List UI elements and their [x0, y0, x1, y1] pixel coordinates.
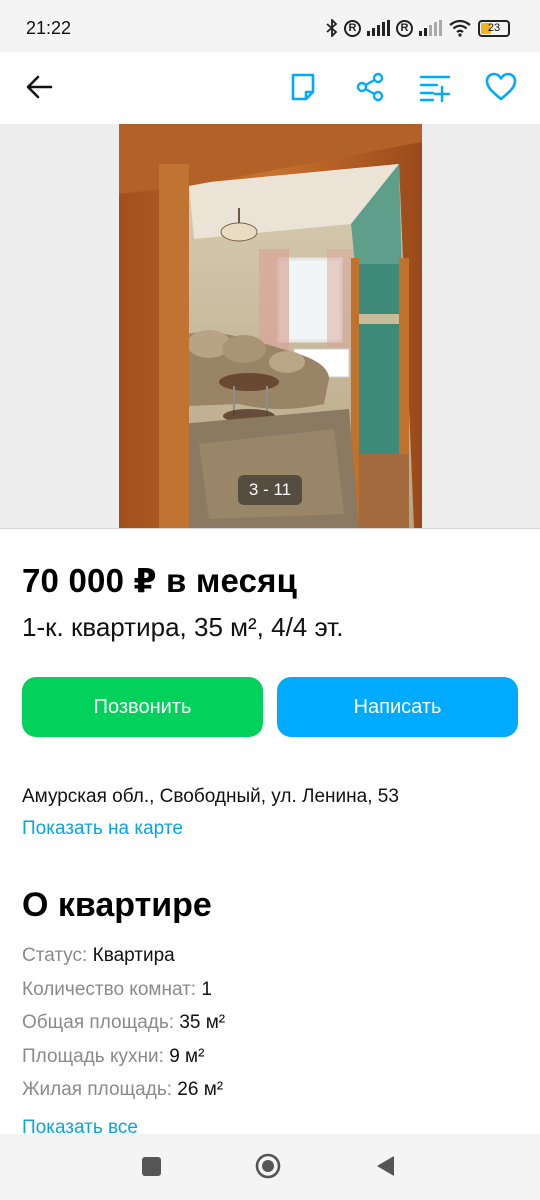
system-nav-bar: [0, 1134, 540, 1200]
price: 70 000 ₽ в месяц: [22, 562, 298, 599]
param-key: Общая площадь:: [22, 1012, 175, 1033]
recent-apps-icon[interactable]: [142, 1157, 161, 1176]
param-key: Статус:: [22, 945, 88, 966]
section-title-about: О квартире: [22, 886, 212, 924]
heart-icon[interactable]: [484, 70, 518, 104]
signal-icon: [367, 20, 390, 36]
apartment-photo[interactable]: [119, 124, 422, 528]
registered-icon: R: [396, 19, 413, 37]
param-value: 9 м²: [169, 1045, 205, 1067]
note-icon[interactable]: [286, 70, 320, 104]
home-icon[interactable]: [255, 1153, 281, 1179]
bluetooth-icon: [326, 19, 338, 37]
param-row: Общая площадь: 35 м²: [22, 1011, 225, 1045]
share-icon[interactable]: [353, 70, 387, 104]
param-key: Количество комнат:: [22, 978, 197, 1000]
listing-subtitle: 1-к. квартира, 35 м², 4/4 эт.: [22, 612, 344, 642]
param-value: Квартира: [92, 945, 175, 966]
app-toolbar: [0, 52, 540, 124]
param-row: Площадь кухни: 9 м²: [22, 1045, 225, 1079]
params-list: Статус: Квартира Количество комнат: 1 Об…: [22, 944, 225, 1112]
param-row: Количество комнат: 1: [22, 978, 225, 1012]
message-button[interactable]: Написать: [277, 677, 518, 737]
param-value: 35 м²: [179, 1012, 226, 1033]
status-time: 21:22: [26, 18, 72, 38]
param-row: Жилая площадь: 26 м²: [22, 1078, 225, 1112]
param-value: 26 м²: [177, 1079, 224, 1100]
param-key: Площадь кухни:: [22, 1045, 164, 1067]
show-on-map-link[interactable]: Показать на карте: [22, 818, 183, 840]
photo-counter: 3 - 11: [238, 475, 302, 505]
status-bar: 21:22 R R 23: [0, 0, 540, 52]
compare-icon[interactable]: [418, 70, 452, 104]
photo-gallery[interactable]: 3 - 11: [0, 124, 540, 529]
param-row: Статус: Квартира: [22, 944, 225, 978]
registered-icon: R: [344, 19, 361, 37]
battery-icon: 23: [478, 19, 510, 37]
call-button[interactable]: Позвонить: [22, 677, 263, 737]
status-icons: R R 23: [326, 16, 510, 40]
back-arrow-icon[interactable]: [24, 72, 54, 102]
param-key: Жилая площадь:: [22, 1079, 172, 1100]
param-value: 1: [201, 978, 212, 1000]
nav-back-icon[interactable]: [374, 1154, 396, 1178]
wifi-icon: [449, 19, 471, 37]
signal-icon: [419, 20, 442, 36]
address: Амурская обл., Свободный, ул. Ленина, 53: [22, 786, 399, 807]
